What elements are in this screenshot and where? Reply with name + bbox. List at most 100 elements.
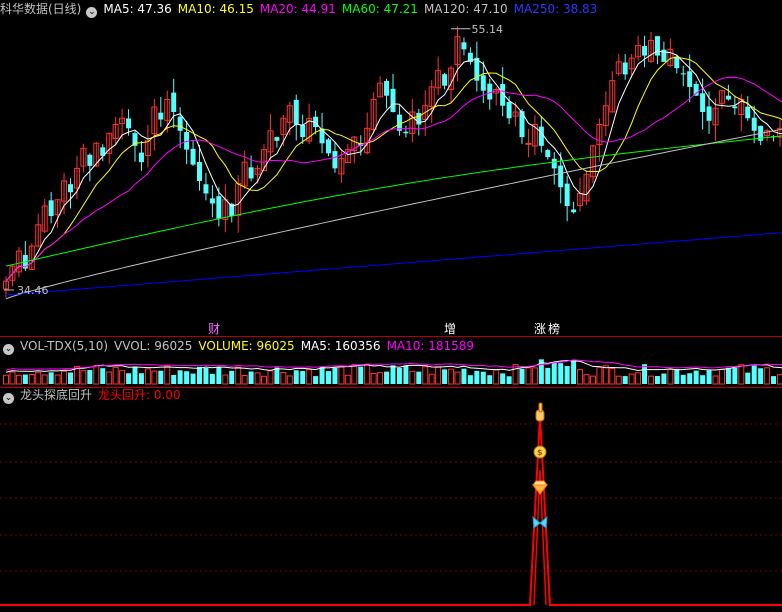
candle-body [674,56,680,69]
candle-body [293,99,299,125]
candle-body [390,88,396,112]
candle-body [745,106,751,119]
candle-body [384,80,390,96]
volume-bar [583,374,590,385]
volume-bar [500,373,506,384]
volume-bar [764,367,771,385]
volume-bar [197,366,202,384]
candle-body [332,151,338,169]
candle-body [706,106,712,121]
event-marker: 榜 [548,321,560,336]
volume-bar [248,371,254,384]
volume-bar [132,366,138,384]
volume-bar [732,367,738,384]
volume-bar [151,370,158,385]
candle-body [48,200,54,217]
volume-bar [216,367,222,384]
volume-bar [106,371,113,385]
volume-bar [667,368,674,385]
volume-bar [558,363,564,384]
volume-bar [531,367,538,385]
volume-bar [344,374,351,385]
volume-bar [428,373,435,385]
candle-body [274,137,280,141]
candle-body [487,83,493,100]
volume-bar [654,376,660,384]
volume-bar [93,365,100,385]
volume-bar [138,373,144,384]
volume-bar [144,368,151,385]
candle-body [68,184,73,193]
volume-bar [261,375,267,385]
volume-bar [68,372,73,384]
volume-bar [9,371,16,385]
event-marker: 财 [208,322,220,336]
volume-bar [28,374,35,385]
volume-bar [177,370,183,384]
volume-bar [54,374,61,385]
candle-body [126,118,132,129]
candle-body [545,150,551,158]
candle-body [158,112,164,120]
volume-bar [158,370,164,384]
volume-bar [622,376,628,384]
volume-bar [326,371,331,384]
volume-bar [35,371,42,385]
volume-bar [203,367,209,384]
volume-bar [190,373,196,384]
signal-line [0,415,782,606]
candle-body [558,165,564,188]
volume-bar [377,372,384,385]
volume-bar [280,371,287,385]
candle-body [571,209,577,213]
volume-bar [700,375,706,384]
volume-bar [222,374,229,385]
volume-bar [693,370,699,384]
candle-body [197,162,202,181]
volume-bar [680,374,686,384]
low-price-label: 34.46 [17,284,49,297]
volume-bar [384,371,390,384]
volume-bar [435,366,442,385]
volume-bar [493,369,500,385]
volume-bar [164,365,171,385]
volume-bar [589,375,596,385]
volume-bar [422,366,429,385]
pointing-hand-icon [538,402,543,413]
candle-body [680,73,686,75]
volume-bar [306,369,313,385]
volume-bar [480,371,486,384]
volume-bar [718,368,725,385]
candle-body [551,158,557,169]
candle-body [732,106,738,109]
event-marker: 增 [444,322,456,336]
volume-bar [241,374,248,385]
candle-body [87,154,93,166]
volume-bar [209,373,215,384]
candle-body [442,74,448,86]
candle-body [622,62,628,75]
candle-body [506,102,512,119]
volume-bar [725,367,731,384]
volume-bar [545,367,551,384]
volume-bar [338,366,345,385]
volume-bar [602,365,609,385]
volume-bar [506,376,512,384]
stock-chart[interactable]: 55.14 34.46 财 增 涨榜 $ [0,0,782,612]
high-price-label: 55.14 [472,23,504,36]
volume-bar [358,366,364,384]
butterfly-icon [532,515,548,529]
volume-bar [254,372,261,385]
volume-bar [87,370,93,384]
volume-bar [184,371,190,384]
volume-bar [461,368,467,384]
event-marker: 涨 [534,321,546,336]
ma60-line [5,135,782,267]
candle-body [642,46,648,56]
candle-body [725,95,731,100]
volume-bar [3,374,9,385]
volume-bar [674,368,680,384]
volume-bar [370,373,377,385]
volume-bar [300,370,306,384]
volume-bar [615,375,622,385]
